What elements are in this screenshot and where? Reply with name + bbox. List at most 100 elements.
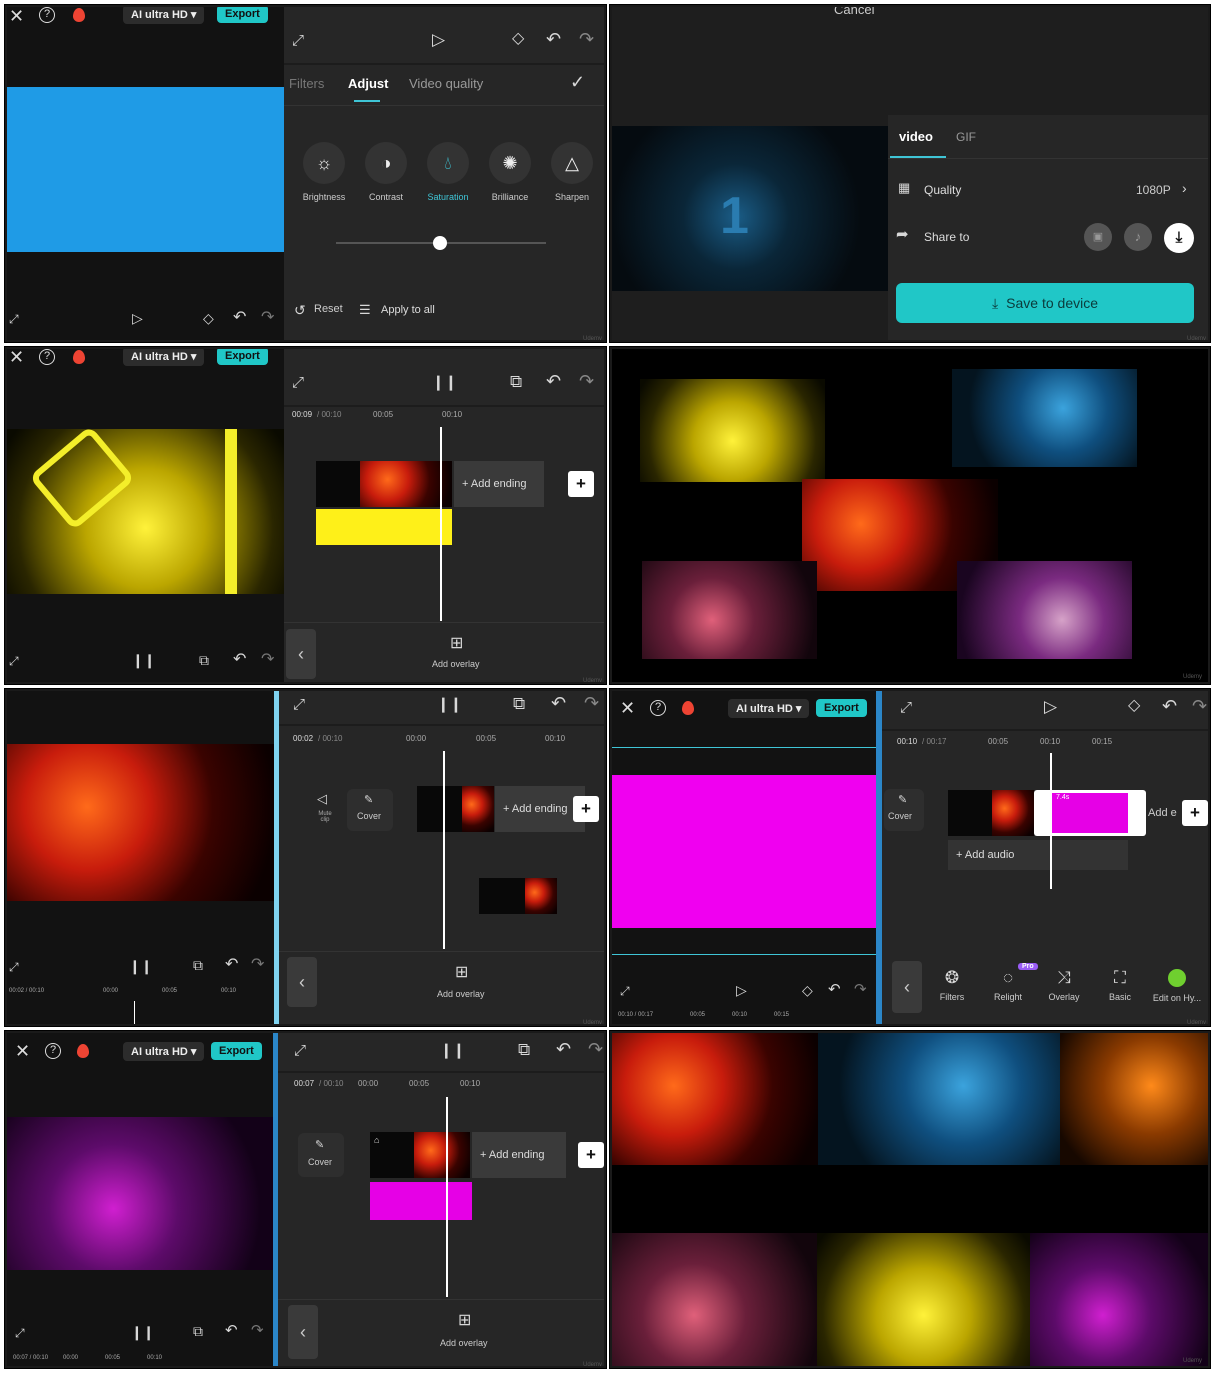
- add-ending-button[interactable]: Add e: [1148, 807, 1177, 819]
- undo-icon[interactable]: ↶: [828, 982, 841, 997]
- back-button[interactable]: ‹: [286, 629, 316, 679]
- tool-overlay[interactable]: ⤨ Overlay: [1034, 969, 1094, 1002]
- fullscreen-icon[interactable]: ⤢: [292, 33, 304, 48]
- fullscreen-icon[interactable]: ⤢: [9, 313, 19, 325]
- fullscreen-icon[interactable]: ⤢: [15, 1327, 25, 1339]
- undo-icon[interactable]: ↶: [551, 694, 566, 712]
- clip-thumb-red[interactable]: [414, 1132, 470, 1178]
- overlay-clip-magenta[interactable]: [370, 1182, 472, 1220]
- close-icon[interactable]: ✕: [620, 698, 635, 719]
- keyframe-icon[interactable]: ◇: [203, 311, 214, 325]
- share-app-icon[interactable]: ▣: [1084, 223, 1112, 251]
- undo-icon[interactable]: ↶: [225, 957, 238, 973]
- export-button[interactable]: Export: [217, 7, 268, 23]
- speaker-icon[interactable]: ◁: [317, 792, 327, 805]
- play-icon[interactable]: ▷: [432, 31, 445, 48]
- overlay-clip-dark[interactable]: [479, 878, 525, 914]
- help-icon[interactable]: ?: [39, 7, 55, 23]
- add-overlay-label[interactable]: Add overlay: [440, 1338, 488, 1348]
- fullscreen-icon[interactable]: ⤢: [9, 961, 19, 973]
- undo-icon[interactable]: ↶: [233, 652, 246, 668]
- add-ending-button[interactable]: + Add ending: [495, 786, 585, 832]
- add-overlay-label[interactable]: Add overlay: [432, 659, 480, 669]
- pause-icon[interactable]: ❙❙: [129, 959, 152, 973]
- back-button[interactable]: ‹: [287, 957, 317, 1007]
- tool-brightness[interactable]: ☼ Brightness: [294, 142, 354, 202]
- help-icon[interactable]: ?: [45, 1043, 61, 1059]
- mute-clip-label[interactable]: Mute clip: [315, 811, 335, 823]
- reset-icon[interactable]: ↺: [294, 303, 306, 317]
- redo-icon[interactable]: ↷: [854, 982, 867, 997]
- play-icon[interactable]: ▷: [132, 311, 143, 325]
- tool-edit-on-hy[interactable]: Edit on Hy...: [1144, 969, 1208, 1003]
- undo-icon[interactable]: ↶: [546, 372, 561, 390]
- redo-icon[interactable]: ↷: [251, 957, 264, 973]
- add-clip-button[interactable]: +: [578, 1142, 604, 1168]
- tool-brilliance[interactable]: ✺ Brilliance: [480, 142, 540, 202]
- help-icon[interactable]: ?: [650, 700, 666, 716]
- close-icon[interactable]: ✕: [15, 1041, 30, 1062]
- add-clip-button[interactable]: +: [568, 471, 594, 497]
- redo-icon[interactable]: ↷: [261, 652, 274, 668]
- flame-icon[interactable]: [682, 701, 694, 715]
- cover-button[interactable]: ✎ Cover: [884, 789, 924, 831]
- ai-ultra-hd-button[interactable]: AI ultra HD ▾: [123, 1042, 205, 1061]
- redo-icon[interactable]: ↷: [1192, 697, 1207, 715]
- fullscreen-icon[interactable]: ⤢: [293, 697, 305, 712]
- slider-thumb[interactable]: [433, 236, 447, 250]
- tool-relight[interactable]: ◌ Relight: [978, 969, 1038, 1002]
- flame-icon[interactable]: [77, 1044, 89, 1058]
- quality-value[interactable]: 1080P: [1136, 183, 1171, 197]
- help-icon[interactable]: ?: [39, 349, 55, 365]
- cover-button[interactable]: ✎ Cover: [347, 789, 393, 831]
- undo-icon[interactable]: ↶: [546, 30, 561, 48]
- playhead[interactable]: [1050, 753, 1052, 889]
- fullscreen-icon[interactable]: ⤢: [900, 700, 912, 715]
- tool-contrast[interactable]: ◑ Contrast: [356, 142, 416, 202]
- add-clip-button[interactable]: +: [1182, 800, 1208, 826]
- add-overlay-icon[interactable]: ⊞: [455, 965, 468, 981]
- overlay-on-icon[interactable]: ⧉: [193, 1324, 203, 1338]
- fullscreen-icon[interactable]: ⤢: [294, 1043, 306, 1058]
- export-button[interactable]: Export: [211, 1042, 262, 1060]
- download-icon[interactable]: ⤓: [1164, 223, 1194, 253]
- redo-icon[interactable]: ↷: [579, 30, 594, 48]
- clip-thumb-dark[interactable]: [316, 461, 360, 507]
- apply-to-all-button[interactable]: Apply to all: [381, 304, 435, 316]
- play-icon[interactable]: ▷: [1044, 698, 1057, 715]
- fullscreen-icon[interactable]: ⤢: [292, 375, 304, 390]
- save-to-device-button[interactable]: ⤓ Save to device: [896, 283, 1194, 323]
- add-overlay-label[interactable]: Add overlay: [437, 989, 485, 999]
- cancel-button[interactable]: Cancel: [834, 7, 874, 17]
- pause-icon[interactable]: ❙❙: [432, 375, 457, 390]
- clip-thumb-dark[interactable]: [417, 786, 462, 832]
- redo-icon[interactable]: ↷: [588, 1040, 603, 1058]
- ai-ultra-hd-button[interactable]: AI ultra HD ▾: [728, 699, 810, 718]
- overlay-clip-red[interactable]: [525, 878, 557, 914]
- reset-button[interactable]: Reset: [314, 303, 343, 315]
- cover-button[interactable]: ✎ Cover: [298, 1133, 344, 1177]
- add-ending-button[interactable]: + Add ending: [454, 461, 544, 507]
- redo-icon[interactable]: ↷: [251, 1323, 264, 1338]
- tab-filters[interactable]: Filters: [289, 76, 324, 91]
- tool-filters[interactable]: ❂ Filters: [922, 969, 982, 1002]
- playhead[interactable]: [443, 751, 445, 949]
- ai-ultra-hd-button[interactable]: AI ultra HD ▾: [123, 7, 205, 24]
- clip-thumb-red[interactable]: [992, 790, 1034, 836]
- redo-icon[interactable]: ↷: [261, 310, 274, 326]
- overlay-on-icon[interactable]: ⧉: [199, 653, 209, 667]
- pause-icon[interactable]: ❙❙: [440, 1043, 465, 1058]
- keyframe-icon[interactable]: ◇: [512, 31, 524, 47]
- overlay-on-icon[interactable]: ⧉: [510, 373, 522, 390]
- ai-ultra-hd-button[interactable]: AI ultra HD ▾: [123, 349, 205, 366]
- close-icon[interactable]: ✕: [9, 349, 24, 368]
- flame-icon[interactable]: [73, 8, 85, 22]
- export-button[interactable]: Export: [816, 699, 867, 717]
- fullscreen-icon[interactable]: ⤢: [9, 655, 19, 667]
- add-overlay-icon[interactable]: ⊞: [458, 1313, 471, 1329]
- pause-icon[interactable]: ❙❙: [437, 697, 462, 712]
- tool-basic[interactable]: ⛶ Basic: [1090, 969, 1150, 1002]
- tab-video-quality[interactable]: Video quality: [409, 76, 483, 91]
- pause-icon[interactable]: ❙❙: [132, 653, 155, 667]
- undo-icon[interactable]: ↶: [225, 1323, 238, 1338]
